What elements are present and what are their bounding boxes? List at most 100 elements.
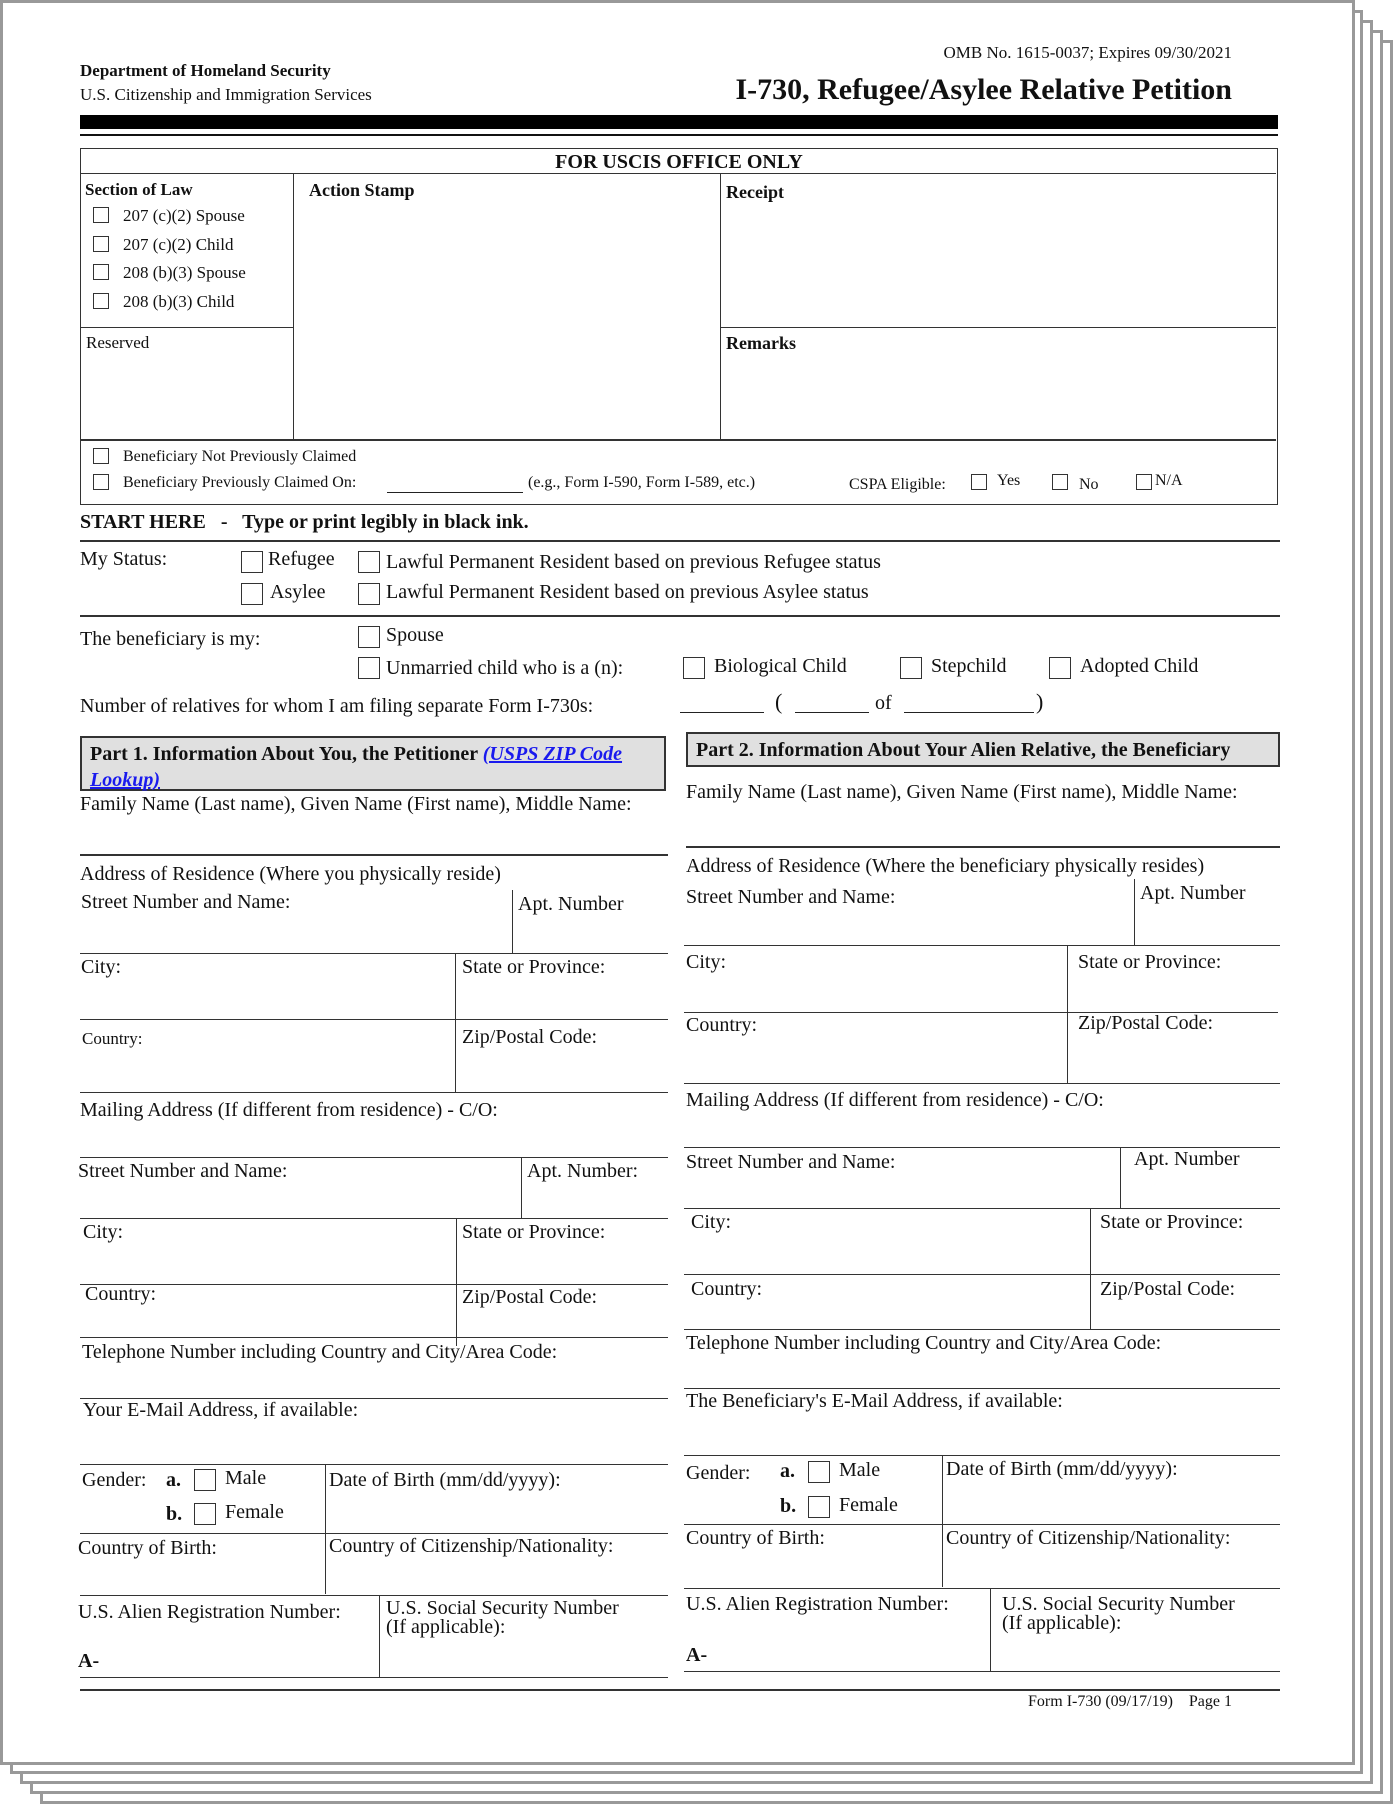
p1-city-field-line[interactable]: [80, 1019, 668, 1020]
checkbox-stepchild[interactable]: [900, 657, 922, 679]
p2-country-label: Country:: [686, 1014, 758, 1036]
p1-citizenship-label: Country of Citizenship/Nationality:: [329, 1535, 614, 1557]
checkbox-biological-child[interactable]: [683, 657, 705, 679]
p1-m-street-field-line[interactable]: [80, 1218, 668, 1219]
footer-form-id: Form I-730 (09/17/19): [1028, 1693, 1173, 1710]
checkbox-cspa-no[interactable]: [1052, 474, 1068, 490]
divider: [521, 1157, 522, 1218]
p2-name-label: Family Name (Last name), Given Name (Fir…: [686, 781, 1238, 803]
footer: Form I-730 (09/17/19) Page 1: [1028, 1693, 1232, 1711]
p2-birth-country-field-line[interactable]: [684, 1588, 1280, 1589]
checkbox-previously-claimed[interactable]: [93, 474, 109, 490]
section-of-law-label: Section of Law: [85, 180, 193, 199]
checkbox-not-previously-claimed[interactable]: [93, 448, 109, 464]
p2-m-country-field-line[interactable]: [684, 1329, 1280, 1330]
p2-street-label: Street Number and Name:: [686, 886, 896, 908]
cspa-option-label: Yes: [997, 472, 1021, 489]
child-type-label: Biological Child: [714, 655, 847, 677]
of-label: of: [875, 692, 892, 714]
relative-index-field[interactable]: [795, 695, 869, 713]
p1-name-field-line[interactable]: [80, 854, 668, 856]
p1-dob-label: Date of Birth (mm/dd/yyyy):: [329, 1469, 561, 1491]
beneficiary-relation-label: The beneficiary is my:: [80, 628, 261, 650]
divider: [81, 173, 1276, 174]
p1-email-field-line[interactable]: [80, 1464, 668, 1465]
checkbox-adopted-child[interactable]: [1049, 657, 1071, 679]
open-paren: (: [775, 689, 783, 714]
p2-street-field-line[interactable]: [684, 945, 1280, 946]
p1-birth-country-field-line[interactable]: [80, 1595, 668, 1596]
cspa-label: CSPA Eligible:: [849, 476, 946, 493]
p1-gender-b: b.: [166, 1503, 183, 1525]
p2-ssn-note: (If applicable):: [1002, 1612, 1122, 1634]
checkbox-207c2-spouse[interactable]: [93, 207, 109, 223]
p2-alien-reg-field-line[interactable]: [684, 1671, 1280, 1672]
claimed-on-label: Beneficiary Previously Claimed On:: [123, 474, 357, 491]
p2-gender-b: b.: [780, 1495, 797, 1517]
checkbox-208b3-spouse[interactable]: [93, 264, 109, 280]
omb-number: OMB No. 1615-0037; Expires 09/30/2021: [943, 43, 1232, 62]
p1-m-city-field-line[interactable]: [80, 1284, 668, 1285]
office-use-box: FOR USCIS OFFICE ONLY Section of Law 207…: [80, 148, 1278, 505]
p1-country-field-line[interactable]: [80, 1092, 668, 1093]
p2-email-field-line[interactable]: [684, 1455, 1280, 1456]
p1-mailing-field-line[interactable]: [80, 1157, 668, 1158]
checkbox-status-refugee[interactable]: [241, 551, 263, 573]
p2-dob-label: Date of Birth (mm/dd/yyyy):: [946, 1458, 1178, 1480]
p1-m-city-label: City:: [83, 1221, 124, 1243]
relative-of-field[interactable]: [904, 695, 1034, 713]
remarks-label: Remarks: [726, 333, 796, 353]
claimed-on-field[interactable]: [387, 475, 523, 493]
checkbox-relation-unmarried-child[interactable]: [358, 657, 380, 679]
checkbox-207c2-child[interactable]: [93, 236, 109, 252]
checkbox-cspa-na[interactable]: [1136, 474, 1152, 490]
divider: [455, 1019, 456, 1092]
relation-spouse-label: Spouse: [386, 624, 444, 646]
child-type-label: Stepchild: [931, 655, 1007, 677]
header-divider: [80, 115, 1278, 129]
p2-name-field-line[interactable]: [686, 846, 1280, 848]
checkbox-status-lpr-refugee[interactable]: [358, 551, 380, 573]
divider: [293, 173, 294, 441]
not-claimed-label: Beneficiary Not Previously Claimed: [123, 448, 357, 465]
p2-state-label: State or Province:: [1078, 951, 1222, 973]
p2-phone-field-line[interactable]: [684, 1388, 1280, 1389]
checkbox-p2-female[interactable]: [808, 1496, 830, 1518]
checkbox-208b3-child[interactable]: [93, 293, 109, 309]
p1-alien-reg-field-line[interactable]: [80, 1677, 668, 1678]
checkbox-p2-male[interactable]: [808, 1461, 830, 1483]
p2-apt-label: Apt. Number: [1140, 882, 1246, 904]
p2-alien-prefix: A-: [686, 1644, 708, 1666]
cspa-option-label: No: [1079, 476, 1099, 493]
checkbox-p1-male[interactable]: [194, 1469, 216, 1491]
checkbox-relation-spouse[interactable]: [358, 626, 380, 648]
action-stamp-label: Action Stamp: [309, 180, 415, 200]
p2-ssn-label: U.S. Social Security Number (If applicab…: [1002, 1594, 1235, 1634]
p2-m-state-label: State or Province:: [1100, 1211, 1244, 1233]
header-underline: [80, 134, 1278, 136]
divider: [81, 327, 293, 328]
p1-dob-field-line[interactable]: [80, 1533, 668, 1534]
checkbox-status-lpr-asylee[interactable]: [358, 583, 380, 605]
p2-alien-reg-label: U.S. Alien Registration Number:: [686, 1593, 949, 1615]
divider: [512, 890, 513, 953]
p2-country-field-line[interactable]: [684, 1083, 1280, 1084]
checkbox-cspa-yes[interactable]: [971, 474, 987, 490]
p1-female-label: Female: [225, 1501, 284, 1523]
checkbox-p1-female[interactable]: [194, 1503, 216, 1525]
divider: [325, 1464, 326, 1594]
p2-dob-field-line[interactable]: [684, 1524, 1280, 1525]
relatives-total-field[interactable]: [680, 695, 764, 713]
footer-page-number: Page 1: [1188, 1693, 1232, 1710]
p2-m-city-field-line[interactable]: [684, 1274, 1280, 1275]
divider: [720, 327, 1276, 328]
p1-street-field-line[interactable]: [80, 953, 668, 954]
p1-m-country-field-line[interactable]: [80, 1337, 668, 1338]
p2-m-street-field-line[interactable]: [684, 1208, 1280, 1209]
p2-zip-label: Zip/Postal Code:: [1078, 1012, 1213, 1034]
relation-child-label: Unmarried child who is a (n):: [386, 657, 624, 679]
p2-birth-country-label: Country of Birth:: [686, 1527, 825, 1549]
p1-m-zip-label: Zip/Postal Code:: [462, 1286, 597, 1308]
part1-header: Part 1. Information About You, the Petit…: [80, 736, 666, 791]
checkbox-status-asylee[interactable]: [241, 583, 263, 605]
